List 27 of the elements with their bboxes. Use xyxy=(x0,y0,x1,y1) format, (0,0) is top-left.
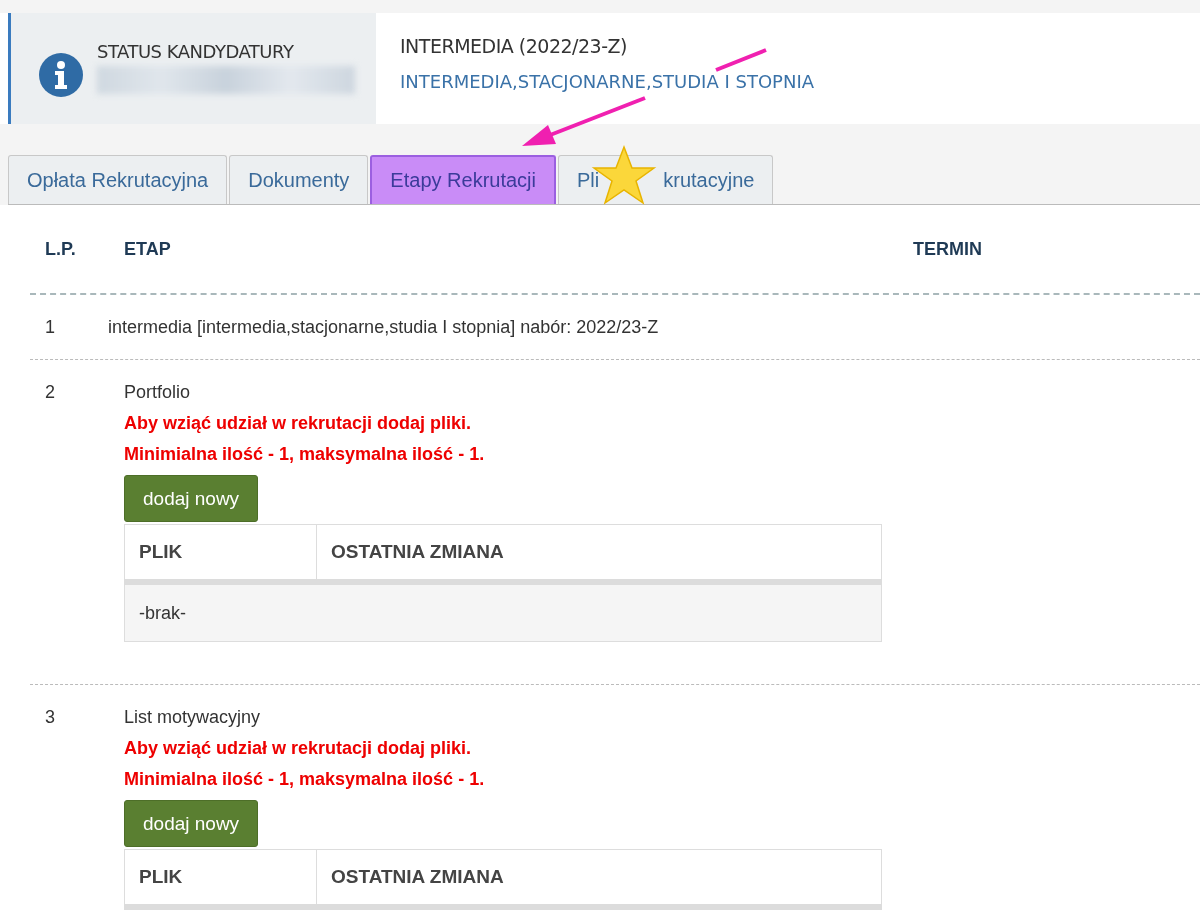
tab[interactable]: Etapy Rekrutacji xyxy=(370,155,556,204)
info-icon xyxy=(39,53,83,97)
status-label: STATUS KANDYDATURY xyxy=(97,41,295,62)
row-number: 1 xyxy=(45,316,55,337)
warning-text: Minimialna ilość - 1, maksymalna ilość - 1. xyxy=(124,769,486,790)
warning-text: Minimialna ilość - 1, maksymalna ilość - 1. xyxy=(124,444,486,465)
tab[interactable]: Opłata Rekrutacyjna xyxy=(8,155,228,204)
file-column-header: PLIK xyxy=(124,849,317,907)
row-number: 3 xyxy=(45,707,55,727)
column-header: TERMIN xyxy=(913,238,982,260)
stage-name: List motywacyjny xyxy=(124,707,262,728)
warning-text: Aby wziąć udział w rekrutacji dodaj pliki. xyxy=(124,413,473,434)
add-new-button[interactable]: dodaj nowy xyxy=(124,475,259,522)
add-new-button[interactable]: dodaj nowy xyxy=(124,800,259,847)
row-number: 2 xyxy=(45,382,55,402)
tab[interactable]: Dokumenty xyxy=(229,155,369,204)
tab-label-fragment: Pli xyxy=(577,168,600,192)
program-title: INTERMEDIA (2022/23-Z) xyxy=(400,35,628,57)
stage-description: intermedia [intermedia,stacjonarne,studia I stopnia] nabór: 2022/23-Z xyxy=(108,316,660,338)
tab-label-fragment: krutacyjne xyxy=(663,168,755,192)
program-subtitle: INTERMEDIA,STACJONARNE,STUDIA I STOPNIA xyxy=(400,71,815,92)
warning-text: Aby wziąć udział w rekrutacji dodaj pliki. xyxy=(124,738,473,759)
column-header: L.P. xyxy=(44,238,77,260)
file-column-header: OSTATNIA ZMIANA xyxy=(316,849,882,907)
column-header: ETAP xyxy=(124,238,172,260)
stage-name: Portfolio xyxy=(124,382,192,403)
file-table-cell: -brak- xyxy=(124,582,882,642)
